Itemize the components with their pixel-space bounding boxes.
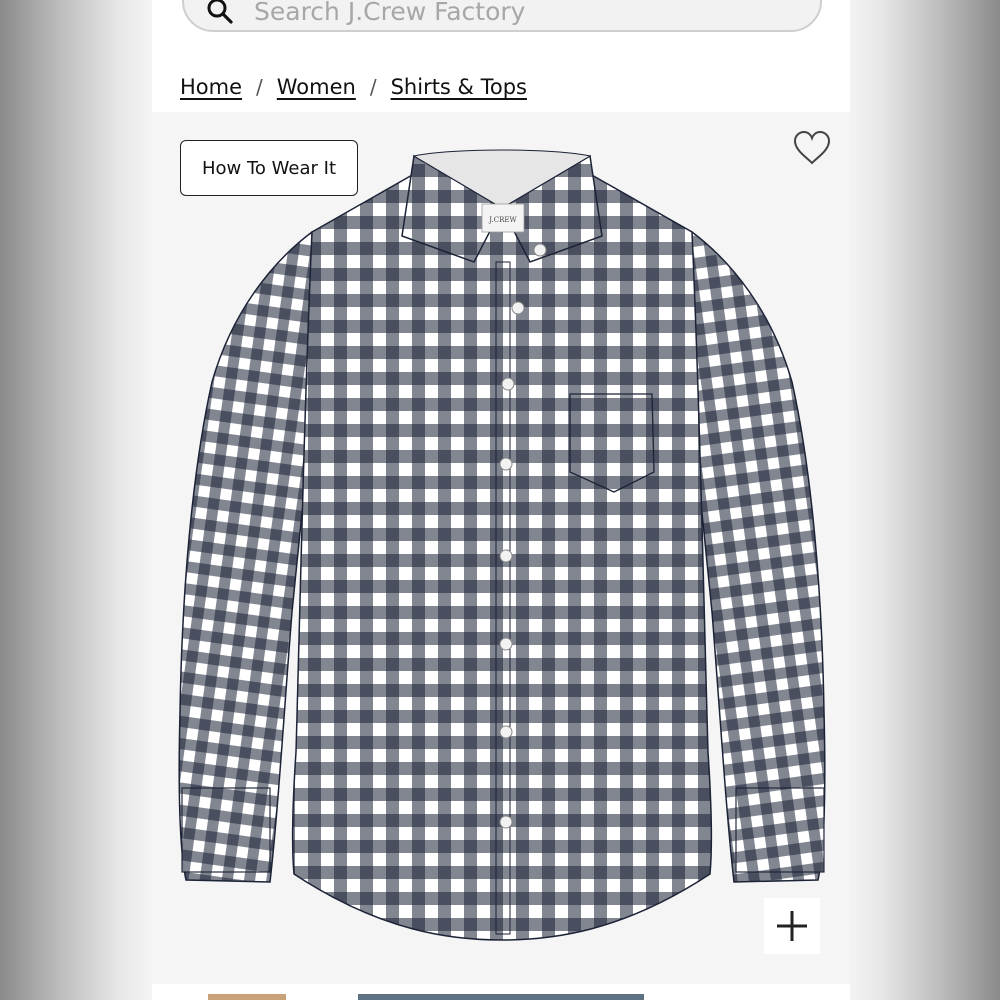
zoom-button[interactable] xyxy=(764,898,820,954)
thumbnail[interactable] xyxy=(208,994,286,1000)
plus-icon xyxy=(777,911,807,941)
heart-icon[interactable] xyxy=(792,130,832,166)
shirt-label: J.CREW xyxy=(488,216,517,224)
breadcrumb-separator: / xyxy=(256,75,263,99)
search-bar[interactable] xyxy=(182,0,822,32)
product-image-area[interactable]: J.CREW How To Wear It xyxy=(152,112,850,984)
thumbnail-strip xyxy=(152,986,850,1000)
product-image-gingham-shirt: J.CREW xyxy=(178,149,826,941)
thumbnail[interactable] xyxy=(358,994,644,1000)
how-to-wear-button[interactable]: How To Wear It xyxy=(180,140,358,196)
breadcrumb-home[interactable]: Home xyxy=(180,75,242,99)
search-input[interactable] xyxy=(252,0,796,32)
breadcrumb-women[interactable]: Women xyxy=(277,75,356,99)
search-icon xyxy=(207,0,233,24)
breadcrumb: Home / Women / Shirts & Tops xyxy=(180,70,527,104)
breadcrumb-shirts-tops[interactable]: Shirts & Tops xyxy=(391,75,527,99)
breadcrumb-separator: / xyxy=(369,75,377,99)
product-page: Home / Women / Shirts & Tops xyxy=(152,0,850,1000)
